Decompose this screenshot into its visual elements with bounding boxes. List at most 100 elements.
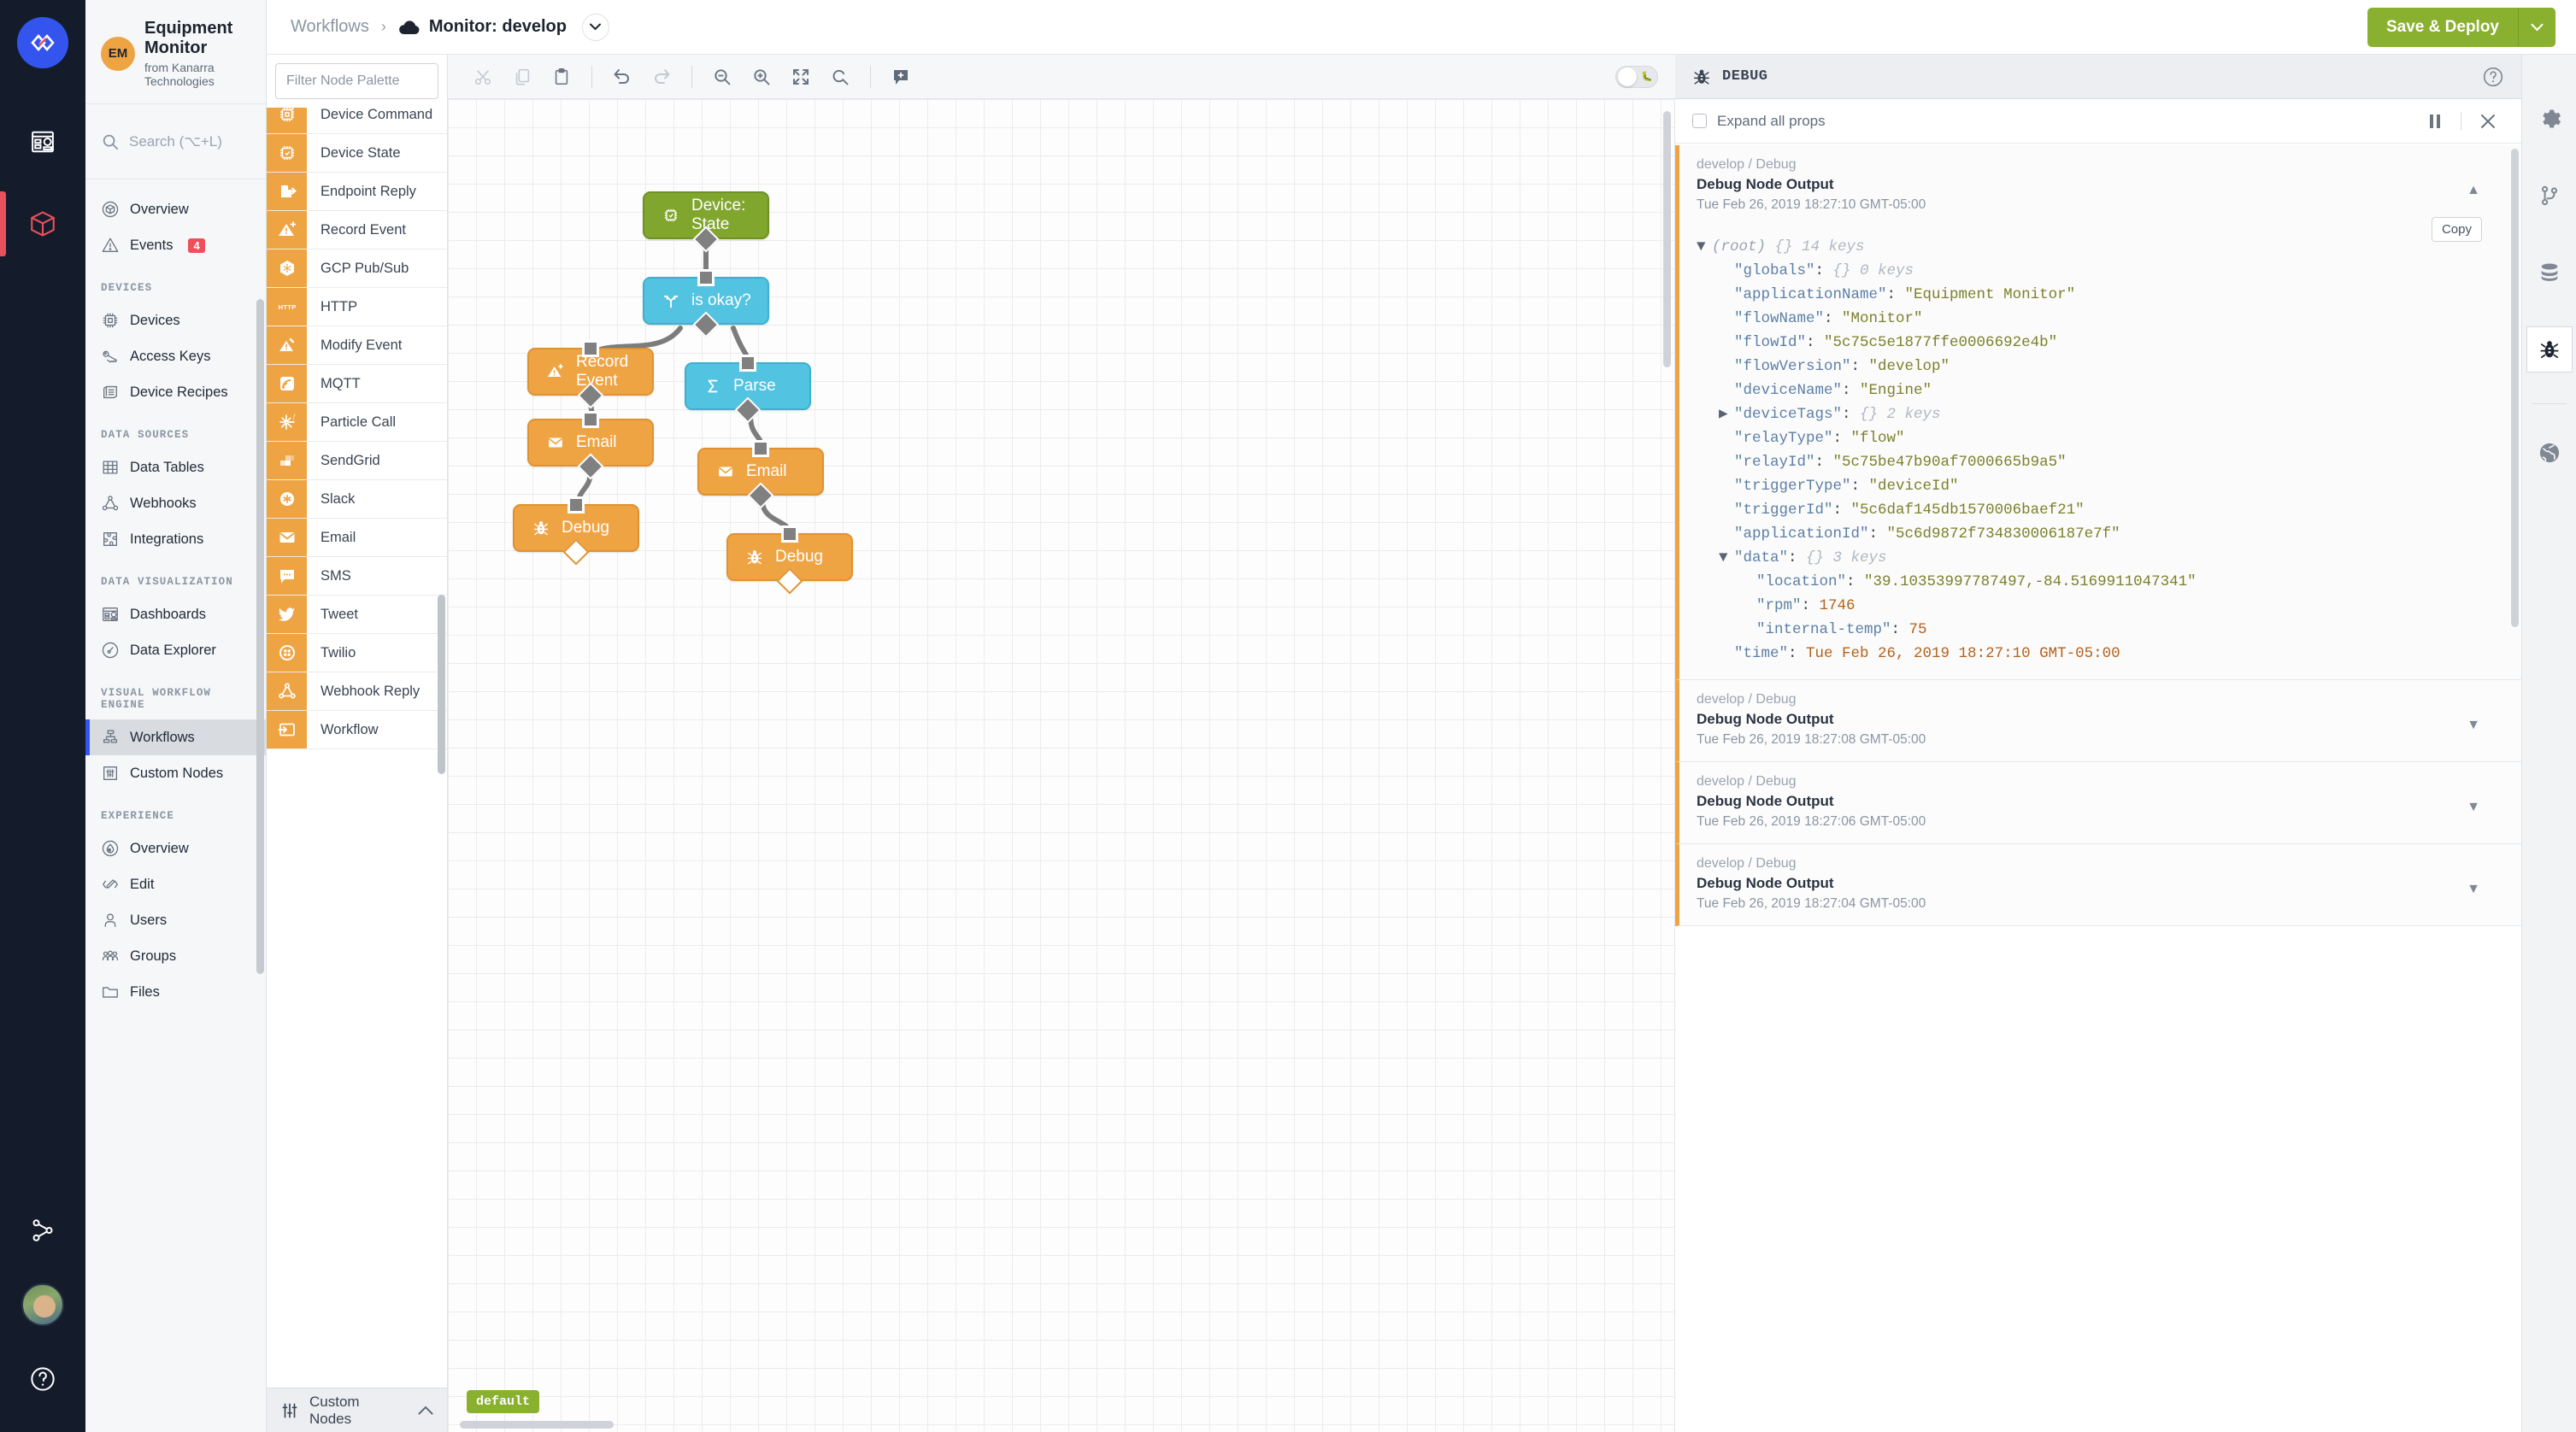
help-rail-icon[interactable] [0, 1338, 85, 1420]
json-caret[interactable]: ▶ [1719, 402, 1734, 426]
json-caret[interactable]: ▼ [1697, 235, 1712, 259]
debug-entry-caret[interactable]: ▼ [2467, 718, 2480, 733]
node-input-port[interactable] [697, 269, 715, 286]
palette-node-gcp-pub-sub[interactable]: GCP Pub/Sub [267, 249, 447, 288]
debug-mode-toggle[interactable]: 🐛 [1615, 65, 1658, 88]
sidebar-item-overview[interactable]: Overview [85, 830, 266, 866]
close-debug-button[interactable] [2472, 114, 2504, 129]
palette-node-particle-call[interactable]: f Particle Call [267, 403, 447, 442]
sidebar-item-custom-nodes[interactable]: Custom Nodes [85, 755, 266, 791]
debug-entry-caret[interactable]: ▲ [2467, 183, 2480, 198]
redo-button[interactable] [644, 61, 679, 93]
sidebar-item-overview[interactable]: Overview [85, 191, 266, 227]
node-input-port[interactable] [568, 496, 585, 514]
palette-node-email[interactable]: Email [267, 519, 447, 557]
workflow-node-device-state[interactable]: Device: State [643, 191, 769, 253]
sidebar-search[interactable] [85, 104, 266, 180]
workflow-node-email[interactable]: Email [697, 440, 824, 509]
palette-node-webhook-reply[interactable]: Webhook Reply [267, 672, 447, 711]
copy-payload-button[interactable]: Copy [2431, 217, 2482, 242]
sidebar-item-users[interactable]: Users [85, 902, 266, 938]
breadcrumb-workflows[interactable]: Workflows [291, 17, 369, 37]
deploy-options-caret[interactable] [2518, 7, 2555, 47]
debug-scrollbar[interactable] [2511, 149, 2519, 627]
palette-node-sendgrid[interactable]: SendGrid [267, 442, 447, 480]
search-input[interactable] [129, 132, 249, 150]
node-input-port[interactable] [582, 411, 599, 428]
palette-node-http[interactable]: HTTP HTTP [267, 288, 447, 326]
palette-node-workflow[interactable]: Workflow [267, 711, 447, 749]
workflow-node-is-okay-[interactable]: is okay? [643, 269, 769, 338]
fit-screen-button[interactable] [783, 61, 819, 93]
settings-rail-icon[interactable] [2526, 96, 2573, 142]
palette-node-sms[interactable]: SMS [267, 557, 447, 596]
sidebar-item-groups[interactable]: Groups [85, 938, 266, 974]
sidebar-item-workflows[interactable]: Workflows [85, 719, 266, 756]
debug-entry-caret[interactable]: ▼ [2467, 882, 2480, 897]
node-input-port[interactable] [752, 440, 769, 457]
cut-button[interactable] [465, 61, 501, 93]
node-input-port[interactable] [739, 355, 756, 372]
workflows-rail-icon[interactable] [0, 1189, 85, 1271]
sidebar-item-device-recipes[interactable]: Device Recipes [85, 374, 266, 410]
canvas-horizontal-scrollbar[interactable] [460, 1421, 614, 1429]
chevron-up-icon[interactable] [418, 1406, 433, 1415]
sidebar-scrollbar[interactable] [256, 299, 264, 975]
palette-node-mqtt[interactable]: MQTT [267, 365, 447, 403]
palette-scrollbar[interactable] [438, 595, 445, 774]
palette-node-device-command[interactable]: Device Command [267, 108, 447, 134]
sidebar-item-files[interactable]: Files [85, 974, 266, 1010]
sidebar-item-events[interactable]: Events 4 [85, 227, 266, 263]
undo-button[interactable] [604, 61, 640, 93]
save-and-deploy-button[interactable]: Save & Deploy [2367, 7, 2518, 47]
sidebar-item-edit[interactable]: Edit [85, 866, 266, 902]
palette-node-record-event[interactable]: Record Event [267, 211, 447, 249]
expand-all-props-label[interactable]: Expand all props [1717, 113, 1826, 130]
workflow-node-debug[interactable]: Debug [513, 496, 639, 566]
workflow-node-debug[interactable]: Debug [726, 525, 853, 595]
applications-rail-icon[interactable] [0, 183, 85, 265]
debug-entry[interactable]: develop / Debug Debug Node Output Tue Feb … [1675, 145, 2521, 680]
debug-entry-caret[interactable]: ▼ [2467, 800, 2480, 815]
paste-button[interactable] [544, 61, 579, 93]
workflow-node-email[interactable]: Email [527, 411, 654, 480]
globals-rail-icon[interactable] [2526, 430, 2573, 476]
debug-entry[interactable]: develop / Debug Debug Node Output Tue Feb … [1675, 762, 2521, 844]
zoom-out-button[interactable] [704, 61, 740, 93]
workflow-canvas[interactable]: Device: State is okay? Record Event Parse Em… [448, 99, 1675, 1432]
app-header[interactable]: EM Equipment Monitor from Kanarra Techno… [85, 0, 266, 105]
debug-entry[interactable]: develop / Debug Debug Node Output Tue Feb … [1675, 680, 2521, 762]
sidebar-item-dashboards[interactable]: Dashboards [85, 596, 266, 632]
debug-entry[interactable]: develop / Debug Debug Node Output Tue Feb … [1675, 844, 2521, 926]
workflow-node-record-event[interactable]: Record Event [527, 340, 654, 409]
palette-node-slack[interactable]: Slack [267, 480, 447, 519]
workflow-version-dropdown[interactable] [581, 13, 609, 41]
palette-node-endpoint-reply[interactable]: Endpoint Reply [267, 173, 447, 211]
json-caret[interactable]: ▼ [1719, 546, 1734, 570]
versions-rail-icon[interactable] [2526, 173, 2573, 219]
sidebar-item-access-keys[interactable]: Access Keys [85, 338, 266, 374]
debug-rail-icon[interactable] [2526, 326, 2573, 373]
palette-node-tweet[interactable]: Tweet [267, 596, 447, 634]
zoom-reset-button[interactable] [822, 61, 858, 93]
storage-rail-icon[interactable] [2526, 249, 2573, 296]
workflow-node-parse[interactable]: Parse [685, 355, 811, 424]
dashboards-rail-icon[interactable] [0, 101, 85, 183]
expand-all-props-checkbox[interactable] [1692, 114, 1707, 128]
add-comment-button[interactable] [883, 61, 919, 93]
sidebar-item-data-tables[interactable]: Data Tables [85, 449, 266, 485]
palette-custom-nodes-section[interactable]: Custom Nodes [267, 1388, 447, 1432]
losant-logo-icon[interactable] [17, 17, 68, 68]
node-input-port[interactable] [781, 525, 798, 543]
node-input-port[interactable] [582, 340, 599, 357]
sidebar-item-integrations[interactable]: Integrations [85, 521, 266, 557]
pause-debug-button[interactable] [2420, 113, 2450, 130]
palette-filter-input[interactable] [275, 63, 438, 99]
sidebar-item-webhooks[interactable]: Webhooks [85, 485, 266, 521]
sidebar-item-devices[interactable]: Devices [85, 302, 266, 338]
sidebar-item-data-explorer[interactable]: Data Explorer [85, 632, 266, 668]
palette-node-twilio[interactable]: Twilio [267, 634, 447, 672]
help-circle-icon[interactable] [2482, 66, 2504, 88]
copy-button[interactable] [504, 61, 540, 93]
json-root-row[interactable]: ▼ (root) {} 14 keys [1697, 235, 2504, 259]
